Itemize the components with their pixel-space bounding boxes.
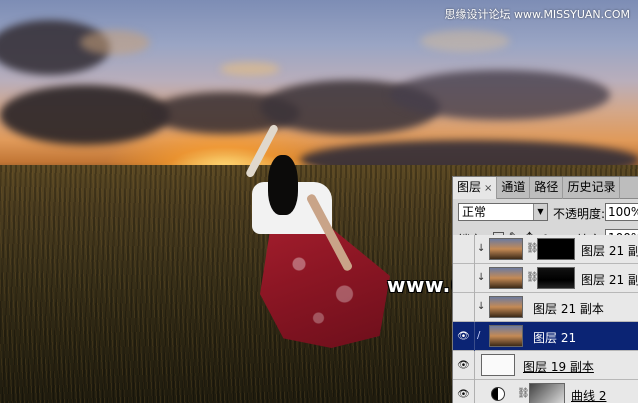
tab-paths[interactable]: 路径	[530, 177, 564, 199]
eye-icon[interactable]: 👁︎	[453, 380, 475, 403]
layer-row[interactable]: 👁︎ 图层 19 副本	[453, 351, 638, 380]
cloud	[390, 70, 610, 120]
cloud	[220, 62, 280, 76]
layer-thumbnail	[489, 325, 523, 347]
mask-thumbnail	[537, 267, 575, 289]
layer-thumbnail	[489, 238, 523, 260]
blend-mode-select[interactable]: 正常 ▼	[458, 203, 548, 221]
layer-name: 图层 21 副	[581, 244, 638, 258]
tab-history[interactable]: 历史记录	[563, 177, 621, 199]
tab-label: 历史记录	[567, 180, 616, 194]
cloud	[0, 85, 170, 145]
layer-thumbnail	[489, 267, 523, 289]
opacity-label: 不透明度:	[553, 207, 606, 221]
tab-label: 图层	[457, 180, 482, 194]
clip-arrow-icon: ↓	[477, 301, 486, 312]
layer-name: 图层 21 副本	[533, 302, 604, 316]
panel-tabs: 图层 × 通道 路径 历史记录	[453, 177, 638, 199]
layer-list: ↓ ⛓ 图层 21 副 ↓ ⛓ 图层 21 副 ↓ 图层 21 副本 👁︎ /	[453, 235, 638, 403]
layer-name: 图层 21 副	[581, 273, 638, 287]
blend-mode-value: 正常	[462, 205, 487, 219]
layer-name: 图层 21	[533, 331, 577, 345]
brush-icon: /	[477, 330, 481, 341]
layer-row[interactable]: ↓ ⛓ 图层 21 副	[453, 264, 638, 293]
layer-row[interactable]: 👁︎ ⛓ 曲线 2	[453, 380, 638, 403]
chevron-down-icon[interactable]: ▼	[533, 204, 547, 220]
opacity-input[interactable]: 100%	[605, 203, 638, 221]
layer-thumbnail	[481, 354, 515, 376]
watermark-top: 思缘设计论坛 www.MISSYUAN.COM	[444, 8, 630, 21]
eye-icon[interactable]: 👁︎	[453, 351, 475, 380]
layer-row[interactable]: ↓ ⛓ 图层 21 副	[453, 235, 638, 264]
mask-thumbnail	[537, 238, 575, 260]
red-skirt	[260, 228, 390, 348]
cloud	[420, 30, 510, 52]
layer-name: 图层 19 副本	[523, 360, 594, 374]
close-icon[interactable]: ×	[484, 183, 492, 194]
tab-label: 路径	[534, 180, 559, 194]
layers-panel: 图层× 通道 路径 历史记录 正常 ▼ 不透明度: 100% 锁定: ✎ ✥ 🔒…	[452, 176, 638, 403]
blend-row: 正常 ▼ 不透明度: 100%	[453, 201, 638, 223]
cloud	[80, 30, 150, 55]
clip-arrow-icon: ↓	[477, 243, 486, 254]
tab-label: 通道	[501, 180, 526, 194]
tab-layers[interactable]: 图层 ×	[453, 177, 498, 199]
layer-row-selected[interactable]: 👁︎ / 图层 21	[453, 322, 638, 351]
hair	[268, 155, 298, 215]
clip-arrow-icon: ↓	[477, 272, 486, 283]
link-icon: ⛓	[517, 388, 530, 399]
layer-name: 曲线 2	[571, 389, 607, 403]
visibility-toggle[interactable]	[453, 293, 475, 322]
visibility-toggle[interactable]	[453, 235, 475, 264]
visibility-toggle[interactable]	[453, 264, 475, 293]
mask-thumbnail	[529, 383, 565, 403]
eye-icon[interactable]: 👁︎	[453, 322, 475, 351]
tab-channels[interactable]: 通道	[497, 177, 531, 199]
adjustment-icon	[491, 387, 505, 401]
layer-row[interactable]: ↓ 图层 21 副本	[453, 293, 638, 322]
woman-figure	[230, 110, 400, 370]
layer-thumbnail	[489, 296, 523, 318]
